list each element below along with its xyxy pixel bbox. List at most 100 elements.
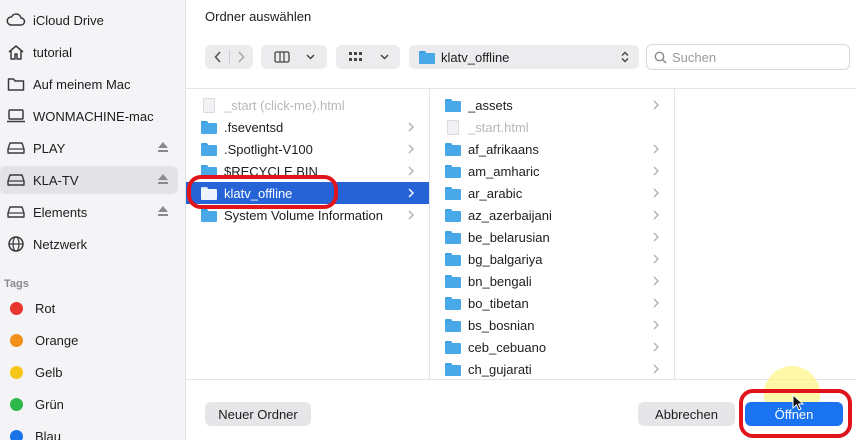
columns-view-icon	[273, 51, 290, 63]
sidebar-item-label: Elements	[33, 204, 88, 220]
back-button[interactable]	[207, 51, 229, 63]
sidebar-item-auf-meinem-mac[interactable]: Auf meinem Mac	[0, 70, 178, 98]
search-field[interactable]	[646, 44, 850, 70]
item-name: ch_gujarati	[468, 361, 532, 377]
sidebar: iCloud Drive tutorial Auf meinem Mac WON…	[0, 0, 186, 440]
sidebar-item-elements[interactable]: Elements	[0, 198, 178, 226]
folder-icon	[445, 208, 461, 222]
eject-icon[interactable]	[156, 204, 170, 218]
list-item[interactable]: _assets	[430, 94, 674, 116]
list-item[interactable]: ar_arabic	[430, 182, 674, 204]
item-name: .Spotlight-V100	[224, 141, 313, 157]
item-name: $RECYCLE.BIN	[224, 163, 318, 179]
new-folder-button[interactable]: Neuer Ordner	[205, 402, 311, 426]
tag-item-blau[interactable]: Blau	[0, 422, 178, 440]
search-icon	[654, 51, 667, 64]
tag-color-dot	[10, 365, 23, 379]
folder-icon	[445, 142, 461, 156]
list-item[interactable]: bo_tibetan	[430, 292, 674, 314]
location-label: klatv_offline	[441, 49, 510, 65]
chevron-left-icon	[213, 51, 221, 63]
eject-icon[interactable]	[156, 172, 170, 186]
list-item-selected[interactable]: klatv_offline	[186, 182, 429, 204]
tag-label: Blau	[35, 428, 62, 440]
globe-icon	[6, 234, 26, 254]
tag-color-dot	[10, 429, 23, 440]
item-name: System Volume Information	[224, 207, 383, 223]
chevron-right-icon	[408, 210, 414, 220]
chevron-right-icon	[653, 364, 659, 374]
list-item[interactable]: .Spotlight-V100	[186, 138, 429, 160]
list-item[interactable]: System Volume Information	[186, 204, 429, 226]
html-file-icon	[447, 119, 459, 135]
tag-item-gelb[interactable]: Gelb	[0, 358, 178, 386]
column-2: _assets _start.html af_afrikaans am_amha…	[430, 89, 675, 379]
list-item[interactable]: bn_bengali	[430, 270, 674, 292]
list-item[interactable]: ceb_cebuano	[430, 336, 674, 358]
grid-icon	[348, 52, 362, 61]
list-item[interactable]: am_amharic	[430, 160, 674, 182]
item-name: bs_bosnian	[468, 317, 535, 333]
column-browser: _start (click-me).html .fseventsd .Spotl…	[186, 88, 856, 380]
folder-icon	[445, 296, 461, 310]
chevron-right-icon	[653, 232, 659, 242]
folder-icon	[419, 50, 435, 64]
list-item[interactable]: az_azerbaijani	[430, 204, 674, 226]
tag-item-gruen[interactable]: Grün	[0, 390, 178, 418]
sidebar-item-tutorial[interactable]: tutorial	[0, 38, 178, 66]
list-item[interactable]: be_belarusian	[430, 226, 674, 248]
chevron-right-icon	[653, 144, 659, 154]
list-item[interactable]: _start (click-me).html	[186, 94, 429, 116]
folder-icon	[201, 186, 217, 200]
tag-item-orange[interactable]: Orange	[0, 326, 178, 354]
home-icon	[6, 42, 26, 62]
sidebar-item-icloud-drive[interactable]: iCloud Drive	[0, 6, 178, 34]
cancel-button[interactable]: Abbrechen	[638, 402, 735, 426]
list-item[interactable]: bg_balgariya	[430, 248, 674, 270]
mouse-cursor-icon	[792, 394, 804, 411]
tag-label: Grün	[35, 396, 64, 412]
group-by-button[interactable]	[336, 45, 400, 69]
item-name: be_belarusian	[468, 229, 550, 245]
column-1: _start (click-me).html .fseventsd .Spotl…	[186, 89, 430, 379]
item-name: am_amharic	[468, 163, 540, 179]
tag-label: Orange	[35, 332, 79, 348]
chevron-right-icon	[653, 254, 659, 264]
search-input[interactable]	[672, 49, 842, 65]
folder-icon	[201, 142, 217, 156]
list-item[interactable]: af_afrikaans	[430, 138, 674, 160]
tag-label: Rot	[35, 300, 56, 316]
sidebar-item-netzwerk[interactable]: Netzwerk	[0, 230, 178, 258]
chevron-right-icon	[408, 188, 414, 198]
list-item[interactable]: $RECYCLE.BIN	[186, 160, 429, 182]
chevron-right-icon	[653, 298, 659, 308]
forward-button[interactable]	[230, 51, 252, 63]
folder-icon	[445, 274, 461, 288]
sidebar-item-wonmachine-mac[interactable]: WONMACHINE-mac	[0, 102, 178, 130]
folder-outline-icon	[6, 74, 26, 94]
item-name: az_azerbaijani	[468, 207, 552, 223]
chevron-right-icon	[653, 320, 659, 330]
list-item[interactable]: .fseventsd	[186, 116, 429, 138]
chevron-right-icon	[653, 276, 659, 286]
tag-item-rot[interactable]: Rot	[0, 294, 178, 322]
sidebar-item-kla-tv[interactable]: KLA-TV	[0, 166, 178, 194]
list-item[interactable]: bs_bosnian	[430, 314, 674, 336]
eject-icon[interactable]	[156, 140, 170, 154]
view-mode-columns-button[interactable]	[261, 45, 327, 69]
sidebar-item-label: KLA-TV	[33, 172, 79, 188]
list-item[interactable]: ch_gujarati	[430, 358, 674, 379]
location-popup[interactable]: klatv_offline	[409, 45, 639, 69]
item-name: _start (click-me).html	[224, 97, 345, 113]
cloud-icon	[6, 10, 26, 30]
list-item[interactable]: _start.html	[430, 116, 674, 138]
item-name: ceb_cebuano	[468, 339, 547, 355]
sidebar-item-label: Netzwerk	[33, 236, 88, 252]
sidebar-item-label: WONMACHINE-mac	[33, 108, 154, 124]
up-down-chevron-icon	[621, 51, 629, 63]
disk-icon	[6, 138, 26, 158]
sidebar-item-play[interactable]: PLAY	[0, 134, 178, 162]
sidebar-item-label: Auf meinem Mac	[33, 76, 131, 92]
item-name: _assets	[468, 97, 513, 113]
tag-color-dot	[10, 397, 23, 411]
